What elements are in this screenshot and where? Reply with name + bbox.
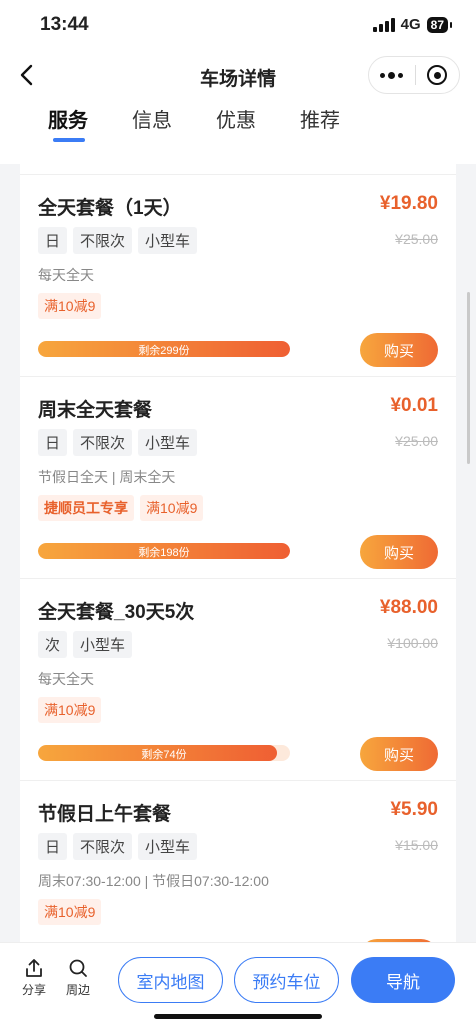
package-time-desc: 每天全天 [38, 671, 94, 687]
close-target-icon[interactable] [415, 56, 459, 94]
package-name: 全天套餐（1天） [38, 198, 182, 219]
battery-icon: 87 [426, 16, 453, 33]
tag: 日 [38, 833, 68, 860]
tag: 不限次 [73, 227, 133, 254]
package-item: 全天套餐（1天） ¥19.80 ¥25.00 日 不限次 小型车 每天全天 满1… [20, 174, 456, 376]
buy-button[interactable]: 购买 [360, 333, 438, 367]
status-bar: 13:44 4G 87 [0, 0, 476, 52]
buy-button[interactable]: 购买 [360, 737, 438, 771]
share-button[interactable]: 分享 [14, 957, 54, 998]
tag: 次 [38, 631, 68, 658]
reserve-spot-button[interactable]: 预约车位 [234, 957, 339, 1003]
promo-badge: 捷顺员工专享 [38, 495, 134, 521]
tab-bar: 服务 信息 优惠 推荐 [0, 100, 476, 164]
tab-info[interactable]: 信息 [132, 104, 172, 133]
package-name: 节假日上午套餐 [38, 804, 172, 825]
promo-badge: 满10减9 [38, 293, 102, 319]
original-price: ¥100.00 [387, 635, 438, 651]
home-indicator [154, 1014, 322, 1019]
original-price: ¥25.00 [395, 433, 438, 449]
tag: 小型车 [73, 631, 133, 658]
tag: 不限次 [73, 429, 133, 456]
package-item: 全天套餐_30天5次 ¥88.00 ¥100.00 次 小型车 每天全天 满10… [20, 578, 456, 780]
share-label: 分享 [21, 983, 46, 997]
package-list: 全天套餐（1天） ¥19.80 ¥25.00 日 不限次 小型车 每天全天 满1… [20, 164, 456, 942]
tag: 小型车 [138, 833, 198, 860]
package-time-desc: 节假日全天 | 周末全天 [38, 469, 176, 485]
stock-progress-bar: 剩余299份 [38, 341, 290, 357]
tag: 日 [38, 227, 68, 254]
status-indicators: 4G 87 [372, 16, 453, 33]
share-icon [26, 959, 42, 977]
tab-discount[interactable]: 优惠 [216, 104, 256, 133]
network-label: 4G [400, 16, 421, 33]
package-time-desc: 每天全天 [38, 267, 94, 283]
signal-icon [372, 17, 395, 32]
more-icon[interactable] [369, 56, 415, 94]
nearby-button[interactable]: 周边 [58, 957, 98, 998]
nearby-label: 周边 [65, 983, 90, 997]
tag-list: 日 不限次 小型车 [38, 227, 198, 254]
promo-list: 满10减9 [38, 697, 102, 723]
promo-list: 满10减9 [38, 899, 102, 925]
nav-bar: 车场详情 [0, 52, 476, 100]
search-icon [69, 959, 87, 977]
scrollbar[interactable] [467, 292, 470, 464]
stock-label: 剩余299份 [138, 345, 190, 357]
tag: 不限次 [73, 833, 133, 860]
tag: 日 [38, 429, 68, 456]
package-name: 全天套餐_30天5次 [38, 602, 195, 623]
tag-list: 日 不限次 小型车 [38, 833, 198, 860]
tab-active-indicator [53, 138, 85, 142]
package-price: ¥0.01 [390, 395, 438, 416]
mini-program-capsule [368, 56, 460, 94]
tag-list: 日 不限次 小型车 [38, 429, 198, 456]
package-price: ¥88.00 [379, 597, 438, 618]
navigate-button[interactable]: 导航 [351, 957, 455, 1003]
tab-service[interactable]: 服务 [48, 104, 88, 133]
package-time-desc: 周末07:30-12:00 | 节假日07:30-12:00 [38, 873, 269, 889]
buy-button[interactable]: 购买 [360, 535, 438, 569]
tag: 小型车 [138, 429, 198, 456]
package-price: ¥5.90 [390, 799, 438, 820]
stock-progress-bar: 剩余74份 [38, 745, 290, 761]
tag-list: 次 小型车 [38, 631, 133, 658]
package-price: ¥19.80 [379, 193, 438, 214]
stock-label: 剩余198份 [138, 547, 190, 559]
status-time: 13:44 [40, 14, 89, 35]
stock-progress-bar: 剩余198份 [38, 543, 290, 559]
promo-list: 捷顺员工专享 满10减9 [38, 495, 204, 521]
tag: 小型车 [138, 227, 198, 254]
package-item: 节假日上午套餐 ¥5.90 ¥15.00 日 不限次 小型车 周末07:30-1… [20, 780, 456, 942]
package-name: 周末全天套餐 [38, 400, 153, 421]
promo-list: 满10减9 [38, 293, 102, 319]
promo-badge: 满10减9 [38, 697, 102, 723]
stock-label: 剩余74份 [141, 749, 187, 761]
original-price: ¥25.00 [395, 231, 438, 247]
indoor-map-button[interactable]: 室内地图 [118, 957, 223, 1003]
promo-badge: 满10减9 [38, 899, 102, 925]
original-price: ¥15.00 [395, 837, 438, 853]
package-item: 周末全天套餐 ¥0.01 ¥25.00 日 不限次 小型车 节假日全天 | 周末… [20, 376, 456, 578]
tab-recommend[interactable]: 推荐 [300, 104, 340, 133]
promo-badge: 满10减9 [140, 495, 204, 521]
